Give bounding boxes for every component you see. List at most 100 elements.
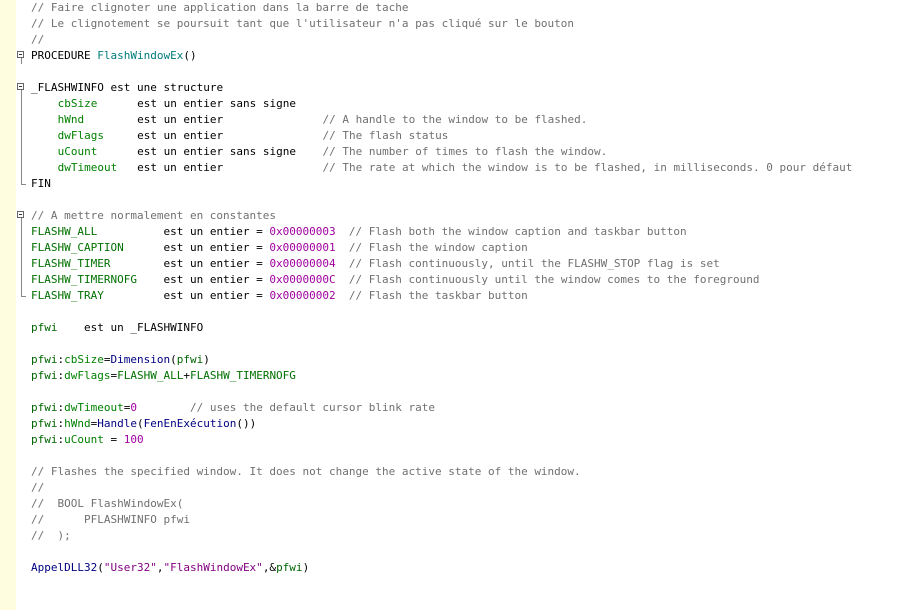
code-token-op: ) [302, 561, 310, 574]
code-token-member: cbSize [64, 353, 104, 366]
code-line[interactable]: // PFLASHWINFO pfwi [0, 512, 903, 528]
code-token-func: Handle [97, 417, 137, 430]
code-line-text: cbSize est un entier sans signe [58, 96, 296, 112]
code-token-var: pfwi [31, 321, 58, 334]
code-token-op: ( [137, 417, 144, 430]
code-line[interactable]: dwFlags est un entier // The flash statu… [0, 128, 903, 144]
code-token-proc: FlashWindowEx [97, 49, 184, 62]
code-token-const: FLASHW_TIMERNOFG [189, 369, 296, 382]
code-line[interactable]: FLASHW_TIMERNOFG est un entier = 0x00000… [0, 272, 903, 288]
code-line[interactable]: // Faire clignoter une application dans … [0, 0, 903, 16]
code-token-const: FLASHW_ALL [31, 225, 98, 238]
code-token-num: 100 [123, 433, 144, 446]
code-line[interactable]: FLASHW_TRAY est un entier = 0x00000002 /… [0, 288, 903, 304]
code-token-op: ( [170, 353, 177, 366]
code-line[interactable]: pfwi:cbSize=Dimension(pfwi) [0, 352, 903, 368]
code-line[interactable]: pfwi:dwTimeout=0 // uses the default cur… [0, 400, 903, 416]
code-line[interactable]: // ); [0, 528, 903, 544]
code-line-text: // BOOL FlashWindowEx( [31, 496, 183, 512]
code-token-member: hWnd [64, 417, 91, 430]
code-token-num: 0 [130, 401, 137, 414]
code-line[interactable] [0, 64, 903, 80]
code-line-text: FLASHW_ALL est un entier = 0x00000003 //… [31, 224, 687, 240]
code-editor[interactable]: // Faire clignoter une application dans … [0, 0, 903, 610]
code-line-text: pfwi:dwTimeout=0 // uses the default cur… [31, 400, 435, 416]
code-token-op: ) [203, 353, 210, 366]
code-line-text: pfwi:hWnd=Handle(FenEnExécution()) [31, 416, 256, 432]
code-line[interactable]: pfwi:dwFlags=FLASHW_ALL+FLASHW_TIMERNOFG [0, 368, 903, 384]
code-line[interactable]: PROCEDURE FlashWindowEx() [0, 48, 903, 64]
fold-toggle-icon[interactable] [17, 83, 24, 90]
code-line[interactable] [0, 544, 903, 560]
code-token-num: 0x00000001 [269, 241, 336, 254]
code-line-text: FIN [31, 176, 51, 192]
fold-toggle-icon[interactable] [17, 211, 24, 218]
code-token-kw: PROCEDURE [31, 49, 98, 62]
code-line[interactable]: // A mettre normalement en constantes [0, 208, 903, 224]
code-line[interactable]: pfwi:hWnd=Handle(FenEnExécution()) [0, 416, 903, 432]
code-token-const: FLASHW_ALL [117, 369, 184, 382]
code-token-comment: // Flash both the window caption and tas… [335, 225, 687, 238]
code-token-type: est un entier = [123, 241, 270, 254]
code-token-comment: // BOOL FlashWindowEx( [31, 497, 184, 510]
code-line[interactable] [0, 384, 903, 400]
code-line[interactable]: FLASHW_CAPTION est un entier = 0x0000000… [0, 240, 903, 256]
code-line[interactable] [0, 192, 903, 208]
code-line-text: FLASHW_TIMERNOFG est un entier = 0x00000… [31, 272, 760, 288]
code-line[interactable]: pfwi:uCount = 100 [0, 432, 903, 448]
code-line[interactable]: uCount est un entier sans signe // The n… [0, 144, 903, 160]
code-line[interactable] [0, 336, 903, 352]
code-token-op: ()) [236, 417, 257, 430]
code-token-num: 0x0000000C [269, 273, 336, 286]
code-line[interactable]: hWnd est un entier // A handle to the wi… [0, 112, 903, 128]
code-token-comment: // [31, 481, 45, 494]
code-token-comment: // ); [31, 529, 71, 542]
fold-guide-line [21, 272, 22, 288]
code-token-member: dwTimeout [64, 401, 124, 414]
code-line-text: // ); [31, 528, 71, 544]
code-token-comment: // PFLASHWINFO pfwi [31, 513, 190, 526]
code-line[interactable]: cbSize est un entier sans signe [0, 96, 903, 112]
code-token-str: "FlashWindowEx" [163, 561, 263, 574]
fold-guide-line [21, 112, 22, 128]
code-token-type: est un entier sans signe [97, 97, 297, 110]
code-line[interactable]: FLASHW_TIMER est un entier = 0x00000004 … [0, 256, 903, 272]
code-token-comment: // Flash continuously until the window c… [335, 273, 760, 286]
code-line[interactable]: _FLASHWINFO est une structure [0, 80, 903, 96]
code-line-text: AppelDLL32("User32","FlashWindowEx",&pfw… [31, 560, 309, 576]
code-line-text: pfwi:cbSize=Dimension(pfwi) [31, 352, 210, 368]
code-token-member: uCount [57, 145, 98, 158]
code-token-op: ,& [262, 561, 277, 574]
code-line[interactable]: // [0, 32, 903, 48]
code-token-type: est un entier [117, 161, 323, 174]
fold-toggle-icon[interactable] [17, 51, 24, 58]
code-line[interactable]: FLASHW_ALL est un entier = 0x00000003 //… [0, 224, 903, 240]
code-line-text: PROCEDURE FlashWindowEx() [31, 48, 197, 64]
code-line[interactable]: pfwi est un _FLASHWINFO [0, 320, 903, 336]
code-line[interactable] [0, 448, 903, 464]
code-token-comment: // Flashes the specified window. It does… [31, 465, 581, 478]
code-line[interactable]: // BOOL FlashWindowEx( [0, 496, 903, 512]
code-token-type: est une structure [103, 81, 224, 94]
code-token-type: est un entier [84, 113, 323, 126]
code-token-member: hWnd [57, 113, 85, 126]
code-token-const: FLASHW_TRAY [31, 289, 104, 302]
code-token-struct: _FLASHWINFO [31, 81, 104, 94]
fold-guide-line [21, 160, 22, 176]
fold-guide-line [21, 128, 22, 144]
code-line-text: // [31, 480, 44, 496]
code-token-num: 0x00000002 [269, 289, 336, 302]
code-line[interactable]: // Le clignotement se poursuit tant que … [0, 16, 903, 32]
code-line[interactable] [0, 304, 903, 320]
code-line[interactable]: // Flashes the specified window. It does… [0, 464, 903, 480]
code-token-var: pfwi [31, 401, 58, 414]
code-token-comment: // Flash the taskbar button [335, 289, 528, 302]
code-line-text: FLASHW_TRAY est un entier = 0x00000002 /… [31, 288, 528, 304]
code-line[interactable]: AppelDLL32("User32","FlashWindowEx",&pfw… [0, 560, 903, 576]
code-line[interactable]: // [0, 480, 903, 496]
code-token-op: + [183, 369, 190, 382]
code-line[interactable]: FIN [0, 176, 903, 192]
code-token-var: pfwi [176, 353, 204, 366]
code-line[interactable]: dwTimeout est un entier // The rate at w… [0, 160, 903, 176]
code-token-comment: // Flash the window caption [335, 241, 528, 254]
